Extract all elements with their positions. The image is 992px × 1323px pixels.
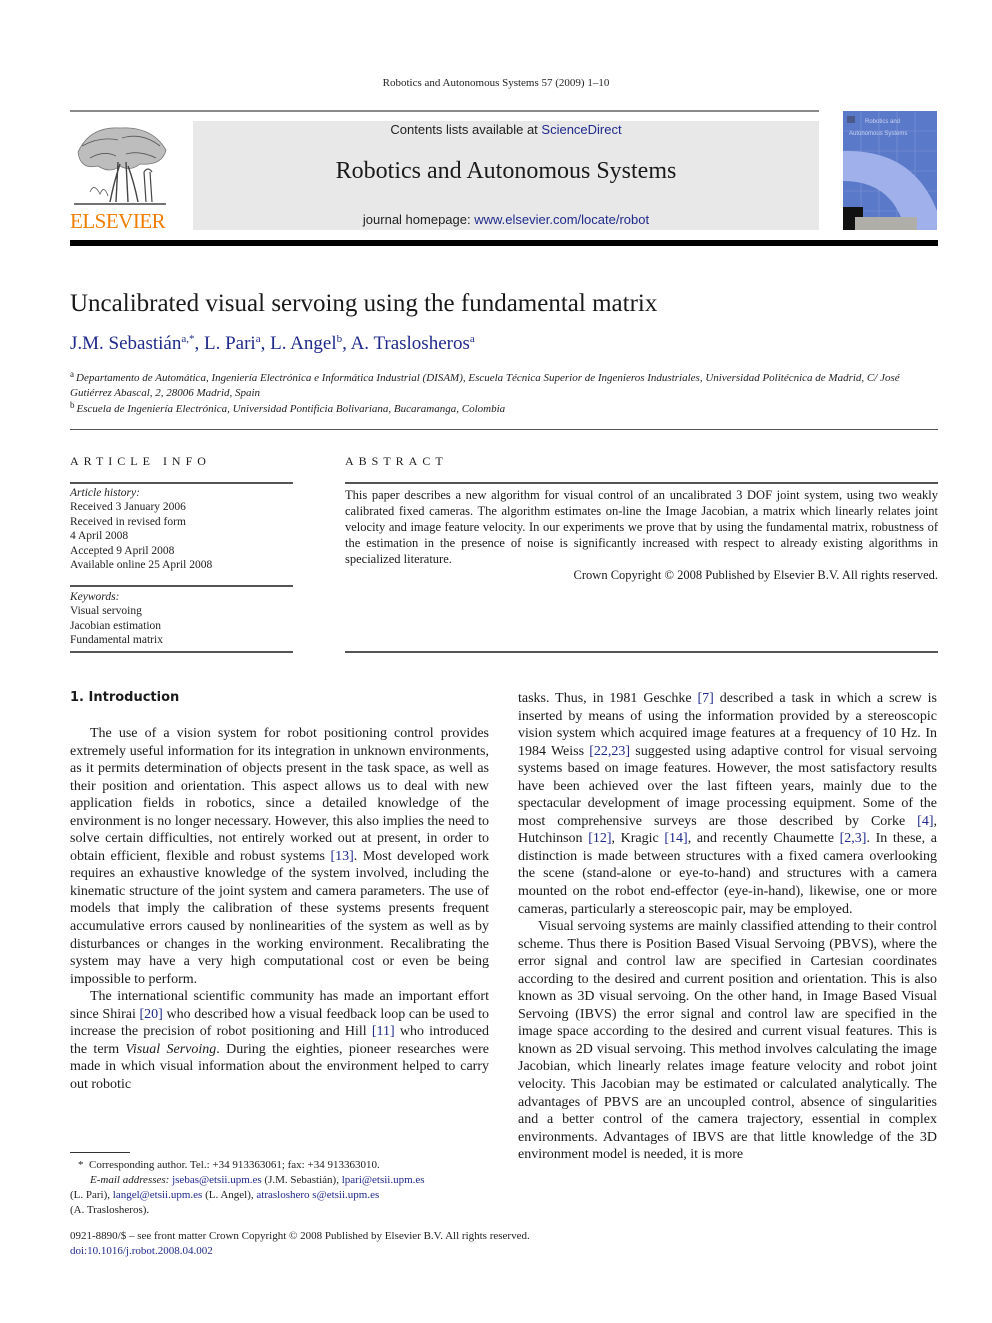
email-owner: (J.M. Sebastián) [264, 1174, 337, 1186]
email-owner: (L. Angel) [205, 1189, 251, 1201]
homepage-link[interactable]: www.elsevier.com/locate/robot [474, 212, 649, 227]
affiliation-a: a Departamento de Automática, Ingeniería … [70, 367, 940, 401]
history-item: 4 April 2008 [70, 530, 129, 543]
homepage-line: journal homepage: www.elsevier.com/locat… [193, 212, 819, 227]
author-affil-mark[interactable]: a,* [181, 333, 194, 345]
keywords: Keywords: Visual servoing Jacobian estim… [70, 590, 293, 648]
doi-link[interactable]: doi:10.1016/j.robot.2008.04.002 [70, 1244, 670, 1259]
paper-title: Uncalibrated visual servoing using the f… [70, 290, 658, 317]
email-link[interactable]: atrasloshero s@etsii.upm.es [256, 1189, 379, 1201]
body-text: The use of a vision system for robot pos… [70, 726, 489, 864]
history-item: Accepted 9 April 2008 [70, 544, 175, 557]
keywords-rule [70, 585, 293, 587]
affiliation-text: Escuela de Ingeniería Electrónica, Unive… [76, 403, 506, 415]
body-paragraph: tasks. Thus, in 1981 Geschke [7] describ… [518, 690, 937, 918]
issn-line: 0921-8890/$ – see front matter Crown Cop… [70, 1230, 530, 1242]
homepage-prefix: journal homepage: [362, 212, 475, 227]
email-link[interactable]: jsebas@etsii.upm.es [172, 1174, 262, 1186]
footnote: * Corresponding author. Tel.: +34 913363… [70, 1159, 425, 1216]
email-label: E-mail addresses: [90, 1174, 170, 1186]
body-paragraph: The international scientific community h… [70, 988, 489, 1093]
abstract-copyright: Crown Copyright © 2008 Published by Else… [573, 568, 938, 582]
journal-banner: Contents lists available at ScienceDirec… [193, 121, 819, 230]
history-item: Available online 25 April 2008 [70, 559, 213, 572]
body-column-left: The use of a vision system for robot pos… [70, 725, 489, 1093]
journal-cover-image: Robotics and Autonomous Systems [843, 111, 937, 230]
body-text: , and recently Chaumette [687, 831, 840, 847]
affiliation-text: Departamento de Automática, Ingeniería E… [70, 372, 900, 399]
abstract-bottom-rule [345, 651, 938, 653]
footnote-star: * [78, 1159, 84, 1171]
author-affil-mark[interactable]: a [256, 333, 261, 345]
section-rule [70, 429, 938, 430]
citation-link[interactable]: [2,3] [840, 831, 867, 846]
history-label: Article history: [70, 487, 140, 499]
elsevier-wordmark: ELSEVIER [70, 209, 166, 233]
email-owner: (A. Traslosheros). [70, 1204, 150, 1216]
contents-prefix: Contents lists available at [390, 122, 542, 137]
author-affil-mark[interactable]: a [470, 333, 475, 345]
cover-title-line1: Robotics and [865, 119, 900, 125]
affiliation-mark: a [70, 369, 74, 379]
author-list: J.M. Sebastiána,*, L. Paria, L. Angelb, … [70, 333, 475, 354]
banner-rule [70, 240, 938, 246]
journal-title: Robotics and Autonomous Systems [335, 158, 677, 184]
body-column-right: tasks. Thus, in 1981 Geschke [7] describ… [518, 690, 937, 1164]
affiliation-b: b Escuela de Ingeniería Electrónica, Univ… [70, 398, 940, 417]
citation-link[interactable]: [13] [330, 849, 353, 864]
emphasis-text: Visual Servoing [125, 1041, 217, 1057]
citation-link[interactable]: [20] [140, 1007, 163, 1022]
body-text: . Most developed work requires an exhaus… [70, 848, 490, 987]
author-name[interactable]: L. Angel [270, 333, 337, 354]
keyword: Fundamental matrix [70, 634, 163, 647]
body-paragraph: Visual servoing systems are mainly class… [518, 918, 937, 1164]
corresponding-author: Corresponding author. Tel.: +34 91336306… [89, 1159, 380, 1171]
body-paragraph: The use of a vision system for robot pos… [70, 725, 489, 988]
footnote-rule [70, 1152, 130, 1153]
sciencedirect-link[interactable]: ScienceDirect [541, 122, 621, 137]
section-heading-introduction: 1. Introduction [70, 690, 180, 705]
author-name[interactable]: J.M. Sebastián [70, 333, 181, 354]
elsevier-tree-icon [74, 127, 167, 205]
author-name[interactable]: L. Pari [204, 333, 256, 354]
contents-line: Contents lists available at ScienceDirec… [193, 122, 819, 137]
article-info-heading: ARTICLE INFO [70, 454, 211, 468]
citation-link[interactable]: [12] [588, 831, 611, 846]
citation-link[interactable]: [14] [664, 831, 687, 846]
email-link[interactable]: lpari@etsii.upm.es [342, 1174, 425, 1186]
keyword: Visual servoing [70, 605, 142, 618]
article-info-rule [70, 482, 293, 484]
article-history: Article history: Received 3 January 2006… [70, 486, 293, 572]
body-text: Visual servoing systems are mainly class… [518, 919, 937, 1163]
history-item: Received 3 January 2006 [70, 501, 186, 514]
email-link[interactable]: langel@etsii.upm.es [113, 1189, 203, 1201]
body-text: tasks. Thus, in 1981 Geschke [518, 691, 698, 706]
journal-cover[interactable]: Robotics and Autonomous Systems [843, 111, 937, 230]
citation-link[interactable]: [4] [917, 814, 933, 829]
running-head: Robotics and Autonomous Systems 57 (2009… [382, 77, 610, 89]
info-bottom-rule [70, 651, 293, 653]
citation-link[interactable]: [22,23] [589, 744, 630, 759]
abstract-heading: ABSTRACT [345, 454, 448, 468]
body-text: , Kragic [611, 831, 665, 847]
abstract-body: This paper describes a new algorithm for… [345, 488, 938, 566]
author-name[interactable]: A. Traslosheros [351, 333, 470, 354]
email-owner: (L. Pari) [70, 1189, 108, 1201]
publisher-logo[interactable]: ELSEVIER [70, 122, 170, 233]
cover-title-line2: Autonomous Systems [849, 131, 907, 137]
abstract-rule [345, 482, 938, 484]
abstract: This paper describes a new algorithm for… [345, 487, 938, 583]
keywords-label: Keywords: [70, 591, 120, 603]
keyword: Jacobian estimation [70, 619, 162, 632]
citation-link[interactable]: [7] [698, 691, 714, 706]
header-rule [70, 110, 819, 112]
history-item: Received in revised form [70, 515, 186, 528]
front-matter: 0921-8890/$ – see front matter Crown Cop… [70, 1229, 670, 1259]
author-affil-mark[interactable]: b [337, 333, 343, 345]
affiliation-mark: b [70, 400, 75, 410]
citation-link[interactable]: [11] [372, 1024, 395, 1039]
